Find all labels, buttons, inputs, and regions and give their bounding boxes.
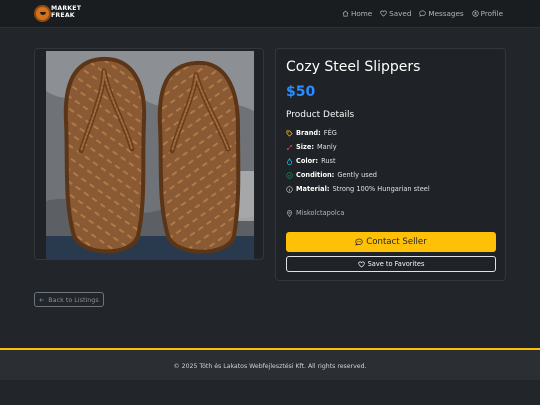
nav-messages[interactable]: Messages [419,9,464,18]
heart-icon [380,10,387,17]
steel-slippers-image [46,51,254,259]
arrow-left-icon [39,297,45,302]
product-title: Cozy Steel Slippers [286,59,421,75]
check-circle-icon [286,171,293,179]
detail-condition: Condition: Gently used [286,171,377,179]
nav-home-label: Home [350,9,373,18]
detail-size: Size: Manly [286,143,337,151]
chat-icon [355,238,363,246]
detail-size-value: Manly [316,143,337,151]
detail-color-label: Color: [296,157,319,165]
house-icon [342,10,349,17]
detail-color: Color: Rust [286,157,336,165]
save-to-favorites-button[interactable]: Save to Favorites [286,256,496,272]
detail-material: Material: Strong 100% Hungarian steel [286,185,430,193]
droplet-icon [286,157,293,165]
detail-brand: Brand: FÉG [286,129,337,137]
navbar: MARKET FREAK Home Saved Messages Profile [0,0,540,28]
detail-condition-value: Gently used [337,171,377,179]
product-location: Miskolctapolca [286,209,344,217]
nav-saved[interactable]: Saved [380,9,411,18]
product-image-card [34,48,264,260]
tag-icon [286,130,293,137]
product-detail-card: Cozy Steel Slippers $50 Product Details … [275,48,506,281]
details-heading: Product Details [286,110,355,120]
product-location-text: Miskolctapolca [296,209,345,217]
footer-copyright: © 2025 Tóth és Lakatos Webfejlesztési Kf… [173,363,367,370]
detail-material-label: Material: [296,185,330,193]
nav-home[interactable]: Home [342,9,372,18]
footer: © 2025 Tóth és Lakatos Webfejlesztési Kf… [0,348,540,380]
logo-text-line2: FREAK [51,11,75,19]
product-price: $50 [286,84,316,100]
contact-seller-button[interactable]: Contact Seller [286,232,496,252]
detail-size-label: Size: [296,143,314,151]
nav-links: Home Saved Messages Profile [342,9,503,18]
nav-profile[interactable]: Profile [471,9,503,18]
detail-material-value: Strong 100% Hungarian steel [332,185,430,193]
detail-brand-value: FÉG [323,129,337,137]
detail-color-value: Rust [321,157,336,165]
product-photo[interactable] [46,51,254,259]
nav-profile-label: Profile [480,9,503,18]
back-to-listings-button[interactable]: Back to Listings [34,292,104,307]
detail-brand-label: Brand: [296,129,321,137]
arrows-diagonal-icon [286,144,293,150]
save-to-favorites-label: Save to Favorites [367,260,425,268]
logo-face-icon [34,5,51,22]
logo[interactable]: MARKET FREAK [34,4,81,24]
detail-condition-label: Condition: [296,171,335,179]
info-circle-icon [286,185,293,193]
contact-seller-label: Contact Seller [366,237,427,247]
heart-icon [357,261,365,268]
geo-pin-icon [286,209,293,217]
nav-saved-label: Saved [389,9,412,18]
back-to-listings-label: Back to Listings [48,295,99,304]
nav-messages-label: Messages [428,9,464,18]
person-circle-icon [471,10,479,17]
chat-icon [419,10,427,17]
